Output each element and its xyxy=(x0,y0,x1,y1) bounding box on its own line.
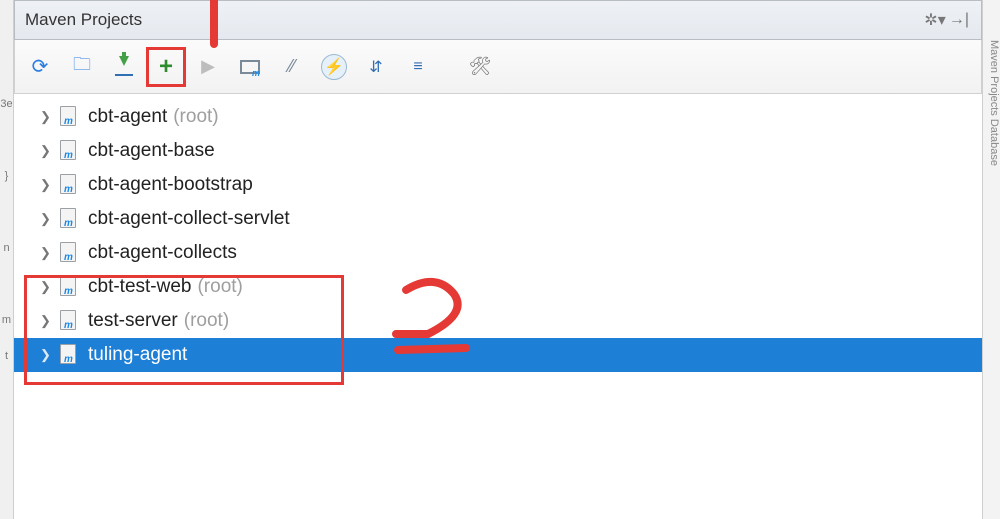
tree-item-label: cbt-test-web xyxy=(88,276,191,298)
panel-titlebar: Maven Projects ✲▾ →| xyxy=(14,0,982,40)
tree-item-label: cbt-agent-collect-servlet xyxy=(88,208,290,230)
offline-mode-icon[interactable]: ⚡ xyxy=(319,52,349,82)
expand-chevron-icon[interactable]: ❯ xyxy=(40,143,58,159)
tree-item-suffix: (root) xyxy=(173,106,218,128)
run-icon[interactable]: ▶ xyxy=(193,52,223,82)
maven-module-icon: m xyxy=(58,242,80,264)
download-sources-icon[interactable] xyxy=(109,52,139,82)
tree-item-cbt-agent-base[interactable]: ❯m cbt-agent-base xyxy=(14,134,982,168)
expand-chevron-icon[interactable]: ❯ xyxy=(40,245,58,261)
tree-item-cbt-agent-collects[interactable]: ❯m cbt-agent-collects xyxy=(14,236,982,270)
generate-sources-icon[interactable]: 🗀 xyxy=(67,52,97,82)
expand-chevron-icon[interactable]: ❯ xyxy=(40,347,58,363)
tree-item-label: test-server xyxy=(88,310,178,332)
maven-module-icon: m xyxy=(58,106,80,128)
maven-toolbar: ⟳ 🗀 + ▶ m ⁄⁄ ⚡ ⇵ ≡ 🛠 xyxy=(14,40,982,94)
skip-tests-icon[interactable]: ⁄⁄ xyxy=(277,52,307,82)
project-tree: ❯mcbt-agent(root)❯mcbt-agent-base❯mcbt-a… xyxy=(14,94,982,519)
right-tool-tabs[interactable]: Maven Projects Database xyxy=(982,0,1000,519)
expand-chevron-icon[interactable]: ❯ xyxy=(40,211,58,227)
editor-gutter: 3e}nmt xyxy=(0,0,14,519)
tree-item-tuling-agent[interactable]: ❯m tuling-agent xyxy=(14,338,982,372)
tree-item-cbt-agent[interactable]: ❯m cbt-agent (root) xyxy=(14,100,982,134)
tree-item-cbt-test-web[interactable]: ❯m cbt-test-web (root) xyxy=(14,270,982,304)
add-maven-project-icon[interactable]: + xyxy=(151,52,181,82)
expand-chevron-icon[interactable]: ❯ xyxy=(40,109,58,125)
tree-item-test-server[interactable]: ❯m test-server (root) xyxy=(14,304,982,338)
panel-title: Maven Projects xyxy=(25,10,923,30)
expand-chevron-icon[interactable]: ❯ xyxy=(40,313,58,329)
tree-item-suffix: (root) xyxy=(184,310,229,332)
execute-goal-icon[interactable]: m xyxy=(235,52,265,82)
maven-module-icon: m xyxy=(58,276,80,298)
tree-item-label: cbt-agent-base xyxy=(88,140,215,162)
maven-module-icon: m xyxy=(58,140,80,162)
maven-module-icon: m xyxy=(58,208,80,230)
tree-item-suffix: (root) xyxy=(197,276,242,298)
annotation-highlight-add: + xyxy=(146,47,186,87)
reimport-icon[interactable]: ⟳ xyxy=(25,52,55,82)
tree-item-label: cbt-agent-bootstrap xyxy=(88,174,253,196)
expand-all-icon[interactable]: ≡ xyxy=(403,52,433,82)
tree-item-label: cbt-agent-collects xyxy=(88,242,237,264)
collapse-all-icon[interactable]: ⇵ xyxy=(361,52,391,82)
tree-item-cbt-agent-collect-servlet[interactable]: ❯m cbt-agent-collect-servlet xyxy=(14,202,982,236)
tree-item-label: cbt-agent xyxy=(88,106,167,128)
maven-module-icon: m xyxy=(58,310,80,332)
maven-module-icon: m xyxy=(58,344,80,366)
expand-chevron-icon[interactable]: ❯ xyxy=(40,177,58,193)
tree-item-label: tuling-agent xyxy=(88,344,187,366)
maven-projects-panel: Maven Projects ✲▾ →| ⟳ 🗀 + ▶ m ⁄⁄ ⚡ ⇵ ≡ … xyxy=(14,0,982,519)
hide-panel-icon[interactable]: →| xyxy=(947,11,971,29)
expand-chevron-icon[interactable]: ❯ xyxy=(40,279,58,295)
maven-module-icon: m xyxy=(58,174,80,196)
maven-settings-icon[interactable]: 🛠 xyxy=(465,52,495,82)
settings-gear-icon[interactable]: ✲▾ xyxy=(923,10,947,30)
tree-item-cbt-agent-bootstrap[interactable]: ❯m cbt-agent-bootstrap xyxy=(14,168,982,202)
